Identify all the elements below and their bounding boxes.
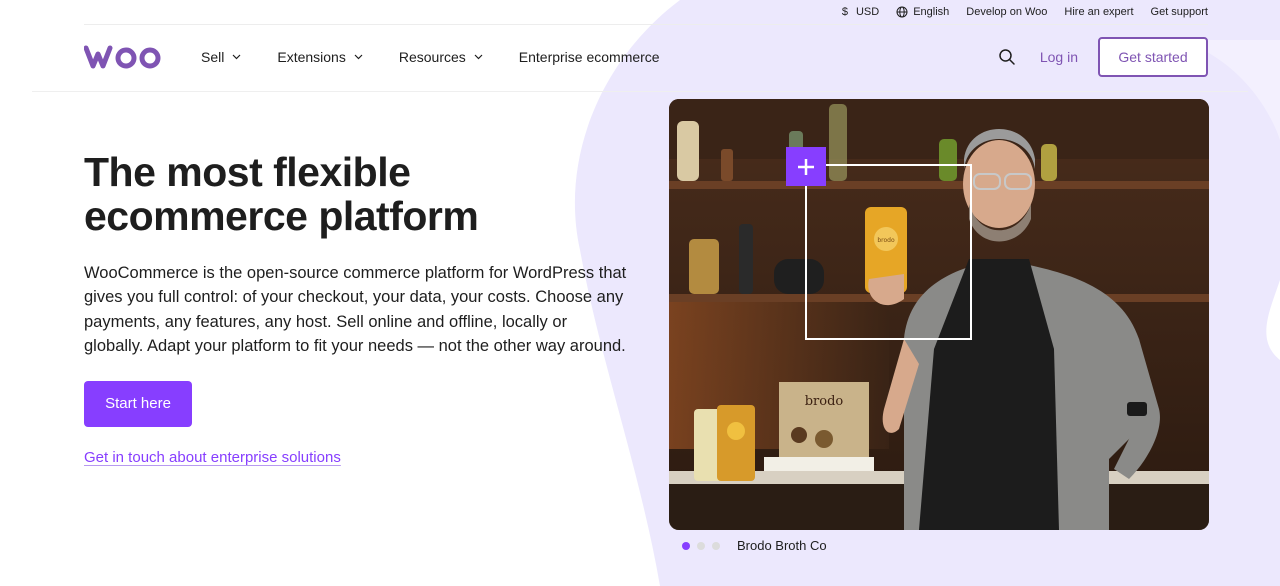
package-label: brodo [877, 237, 895, 244]
hero-title: The most flexible ecommerce platform [84, 150, 644, 238]
chevron-down-icon [474, 54, 483, 60]
hero-image: brodo brodo [669, 99, 1209, 530]
woo-logo[interactable] [84, 45, 162, 69]
hero-title-line1: The most flexible [84, 149, 411, 195]
nav-resources-label: Resources [398, 49, 466, 65]
carousel-dot-3[interactable] [712, 541, 720, 550]
currency-label: USD [855, 6, 880, 18]
nav-extensions[interactable]: Extensions [277, 49, 363, 65]
hero-description: WooCommerce is the open-source commerce … [84, 264, 627, 356]
nav-divider [32, 91, 1248, 92]
chevron-down-icon [232, 54, 241, 60]
book-title: brodo [805, 394, 844, 409]
hire-expert-link[interactable]: Hire an expert [1064, 6, 1133, 18]
start-here-button[interactable]: Start here [84, 380, 192, 427]
search-icon[interactable] [998, 48, 1016, 66]
language-selector[interactable]: English [896, 6, 949, 18]
get-support-link[interactable]: Get support [1151, 6, 1208, 18]
currency-selector[interactable]: $ USD [839, 6, 879, 18]
nav-enterprise-label: Enterprise ecommerce [518, 49, 660, 65]
login-link[interactable]: Log in [1040, 49, 1078, 65]
plus-icon [798, 158, 814, 175]
nav-actions: Log in Get started [998, 37, 1208, 77]
carousel-dot-1[interactable] [682, 541, 690, 550]
develop-link[interactable]: Develop on Woo [966, 6, 1047, 18]
hero-title-line2: ecommerce platform [84, 193, 479, 239]
chevron-down-icon [354, 54, 363, 60]
utility-bar: $ USD English Develop on Woo Hire an exp… [839, 0, 1208, 24]
language-label: English [913, 6, 950, 18]
enterprise-contact-link[interactable]: Get in touch about enterprise solutions [84, 449, 341, 466]
main-nav: Sell Extensions Resources Enterprise eco… [84, 36, 1208, 78]
hero-content: The most flexible ecommerce platform Woo… [84, 150, 644, 467]
globe-icon [896, 6, 908, 18]
get-started-button[interactable]: Get started [1098, 37, 1208, 77]
divider [84, 24, 1208, 25]
add-badge[interactable] [786, 147, 826, 186]
nav-resources[interactable]: Resources [399, 49, 483, 65]
carousel-dot-2[interactable] [697, 541, 705, 550]
nav-extensions-label: Extensions [277, 49, 346, 65]
nav-sell[interactable]: Sell [201, 49, 241, 65]
carousel-caption: Brodo Broth Co [737, 538, 827, 553]
dollar-icon: $ [841, 6, 849, 18]
carousel-controls: Brodo Broth Co [682, 538, 827, 553]
nav-sell-label: Sell [201, 49, 225, 65]
nav-enterprise[interactable]: Enterprise ecommerce [519, 49, 660, 65]
primary-menu: Sell Extensions Resources Enterprise eco… [201, 49, 660, 65]
